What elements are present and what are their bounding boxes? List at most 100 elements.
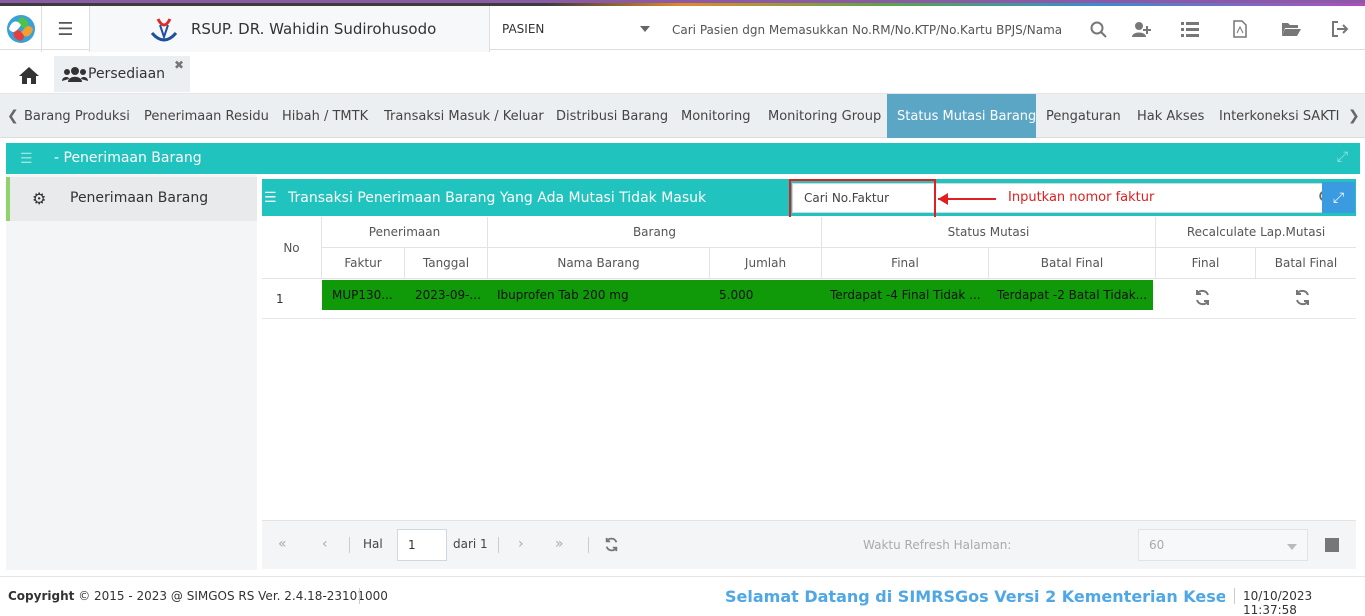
pager-separator bbox=[498, 537, 499, 553]
col-final[interactable]: Final bbox=[822, 248, 989, 279]
annotation-text: Inputkan nomor faktur bbox=[1008, 190, 1155, 205]
menu-item-penerimaan-residu[interactable]: Penerimaan Residu bbox=[144, 94, 269, 138]
expand-search-button[interactable]: ⤢ bbox=[1322, 182, 1355, 213]
list-icon[interactable] bbox=[1178, 17, 1202, 41]
copyright-detail: 2015 - 2023 @ SIMGOS RS Ver. 2.4.18-2310… bbox=[94, 589, 388, 603]
cell-tanggal: 2023-09-... bbox=[415, 288, 481, 302]
footer-separator bbox=[1234, 588, 1235, 604]
patient-search-input[interactable]: Cari Pasien dgn Memasukkan No.RM/No.KTP/… bbox=[672, 23, 1067, 37]
list-icon: ☰ bbox=[264, 190, 277, 206]
menu-item-pengaturan[interactable]: Pengaturan bbox=[1046, 94, 1121, 138]
chevron-down-icon bbox=[640, 26, 650, 32]
home-tab[interactable] bbox=[10, 60, 48, 90]
pagination-bar: « ‹ Hal 1 dari 1 › » Waktu Refresh Halam… bbox=[262, 520, 1356, 569]
cell-faktur: MUP130... bbox=[332, 288, 393, 302]
cell-batal-final: Terdapat -2 Batal Tidak... bbox=[997, 288, 1147, 302]
search-icon[interactable] bbox=[1086, 17, 1110, 41]
last-page-icon[interactable]: » bbox=[555, 536, 564, 552]
annotation-arrow-icon bbox=[938, 193, 948, 205]
logout-icon[interactable] bbox=[1328, 17, 1352, 41]
col-batal-final[interactable]: Batal Final bbox=[989, 248, 1156, 279]
patient-type-select[interactable]: PASIEN bbox=[490, 6, 660, 52]
menu-item-monitoring[interactable]: Monitoring bbox=[681, 94, 751, 138]
refresh-interval-label: Waktu Refresh Halaman: bbox=[863, 538, 1012, 552]
panel-menu-icon[interactable]: ☰ bbox=[20, 151, 33, 167]
next-page-icon[interactable]: › bbox=[518, 536, 524, 552]
stop-icon[interactable] bbox=[1325, 538, 1339, 552]
pager-separator bbox=[349, 537, 350, 553]
menu-item-distribusi[interactable]: Distribusi Barang bbox=[556, 94, 668, 138]
colgroup-status-mutasi: Status Mutasi bbox=[822, 217, 1156, 248]
menu-item-hibah[interactable]: Hibah / TMTK bbox=[282, 94, 368, 138]
users-icon bbox=[62, 67, 88, 82]
menu-item-monitoring-group[interactable]: Monitoring Group bbox=[768, 94, 881, 138]
panel-header: ☰ - Penerimaan Barang ⤢ bbox=[6, 143, 1360, 174]
hospital-logo-icon bbox=[150, 18, 178, 42]
colgroup-barang: Barang bbox=[488, 217, 822, 248]
menu-item-interkoneksi[interactable]: Interkoneksi SAKTI bbox=[1219, 94, 1339, 138]
page-label: Hal bbox=[363, 537, 383, 551]
col-recalc-final[interactable]: Final bbox=[1156, 248, 1256, 279]
footer-separator bbox=[359, 588, 360, 604]
gear-icon: ⚙ bbox=[32, 189, 47, 208]
highlighted-row[interactable]: MUP130... 2023-09-... Ibuprofen Tab 200 … bbox=[322, 280, 1153, 310]
col-recalc-batal-final[interactable]: Batal Final bbox=[1256, 248, 1356, 279]
refresh-interval-value: 60 bbox=[1149, 538, 1165, 552]
welcome-marquee: Selamat Datang di SIMRSGos Versi 2 Kemen… bbox=[725, 587, 1225, 606]
col-tanggal[interactable]: Tanggal bbox=[405, 248, 488, 279]
chevron-right-icon[interactable]: ❯ bbox=[1348, 108, 1360, 124]
col-nama-barang[interactable]: Nama Barang bbox=[488, 248, 710, 279]
colgroup-recalculate: Recalculate Lap.Mutasi bbox=[1156, 217, 1356, 248]
menu-item-hak-akses[interactable]: Hak Akses bbox=[1137, 94, 1204, 138]
tab-label: Persediaan bbox=[88, 66, 166, 82]
add-user-icon[interactable] bbox=[1129, 17, 1153, 41]
footer: Copyright © 2015 - 2023 @ SIMGOS RS Ver.… bbox=[0, 576, 1365, 616]
expand-arrows-icon: ⤢ bbox=[1332, 189, 1345, 206]
col-jumlah[interactable]: Jumlah bbox=[710, 248, 822, 279]
cell-nama-barang: Ibuprofen Tab 200 mg bbox=[497, 288, 629, 302]
pdf-file-icon[interactable] bbox=[1228, 17, 1252, 41]
folder-open-icon[interactable] bbox=[1279, 17, 1303, 41]
refresh-interval-select[interactable]: 60 bbox=[1138, 529, 1308, 561]
expand-icon[interactable]: ⤢ bbox=[1337, 149, 1348, 165]
copyright-icon: © bbox=[78, 589, 91, 603]
prev-page-icon[interactable]: ‹ bbox=[322, 536, 328, 552]
hamburger-menu-button[interactable]: ☰ bbox=[42, 6, 90, 52]
page-count-label: dari 1 bbox=[453, 537, 488, 551]
chevron-left-icon[interactable]: ❮ bbox=[7, 108, 19, 124]
patient-type-value: PASIEN bbox=[502, 22, 545, 36]
chevron-down-icon bbox=[1287, 544, 1297, 550]
nav-item-penerimaan-barang[interactable]: ⚙ Penerimaan Barang bbox=[6, 177, 257, 221]
panel-title: - Penerimaan Barang bbox=[54, 150, 202, 166]
copyright-label: Copyright bbox=[8, 589, 75, 603]
open-tabs-bar: Persediaan ✖ bbox=[0, 52, 1365, 94]
recalculate-batal-final-icon[interactable] bbox=[1294, 289, 1311, 310]
cell-final: Terdapat -4 Final Tidak ... bbox=[830, 288, 981, 302]
module-menu: ❮ Barang Produksi Penerimaan Residu Hiba… bbox=[0, 94, 1365, 138]
main-content: ☰ Transaksi Penerimaan Barang Yang Ada M… bbox=[262, 179, 1356, 569]
pager-separator bbox=[588, 537, 589, 553]
col-no[interactable]: No bbox=[262, 217, 322, 279]
recalculate-final-icon[interactable] bbox=[1194, 289, 1211, 310]
cell-no: 1 bbox=[276, 292, 284, 306]
colgroup-penerimaan: Penerimaan bbox=[322, 217, 488, 248]
simgos-logo-icon bbox=[6, 15, 35, 43]
app-logo[interactable] bbox=[0, 6, 42, 52]
menu-item-status-mutasi[interactable]: Status Mutasi Barang bbox=[887, 94, 1036, 138]
nav-item-label: Penerimaan Barang bbox=[70, 190, 209, 206]
close-tab-icon[interactable]: ✖ bbox=[174, 58, 184, 72]
tab-persediaan[interactable]: Persediaan ✖ bbox=[54, 56, 190, 92]
top-header: ☰ RSUP. DR. Wahidin Sudirohusodo PASIEN … bbox=[0, 0, 1365, 52]
cell-jumlah: 5.000 bbox=[719, 288, 754, 302]
refresh-icon[interactable] bbox=[604, 537, 619, 556]
col-faktur[interactable]: Faktur bbox=[322, 248, 405, 279]
menu-item-transaksi[interactable]: Transaksi Masuk / Keluar bbox=[384, 94, 544, 138]
left-navigation: ⚙ Penerimaan Barang bbox=[6, 175, 257, 570]
menu-item-barang-produksi[interactable]: Barang Produksi bbox=[24, 94, 130, 138]
home-icon bbox=[19, 66, 39, 84]
grid-title: Transaksi Penerimaan Barang Yang Ada Mut… bbox=[288, 190, 707, 206]
datetime-display: 10/10/2023 11:37:58 bbox=[1243, 589, 1313, 616]
copyright-text: Copyright © 2015 - 2023 @ SIMGOS RS Ver.… bbox=[8, 589, 388, 603]
first-page-icon[interactable]: « bbox=[278, 536, 287, 552]
page-number-input[interactable]: 1 bbox=[397, 529, 447, 561]
